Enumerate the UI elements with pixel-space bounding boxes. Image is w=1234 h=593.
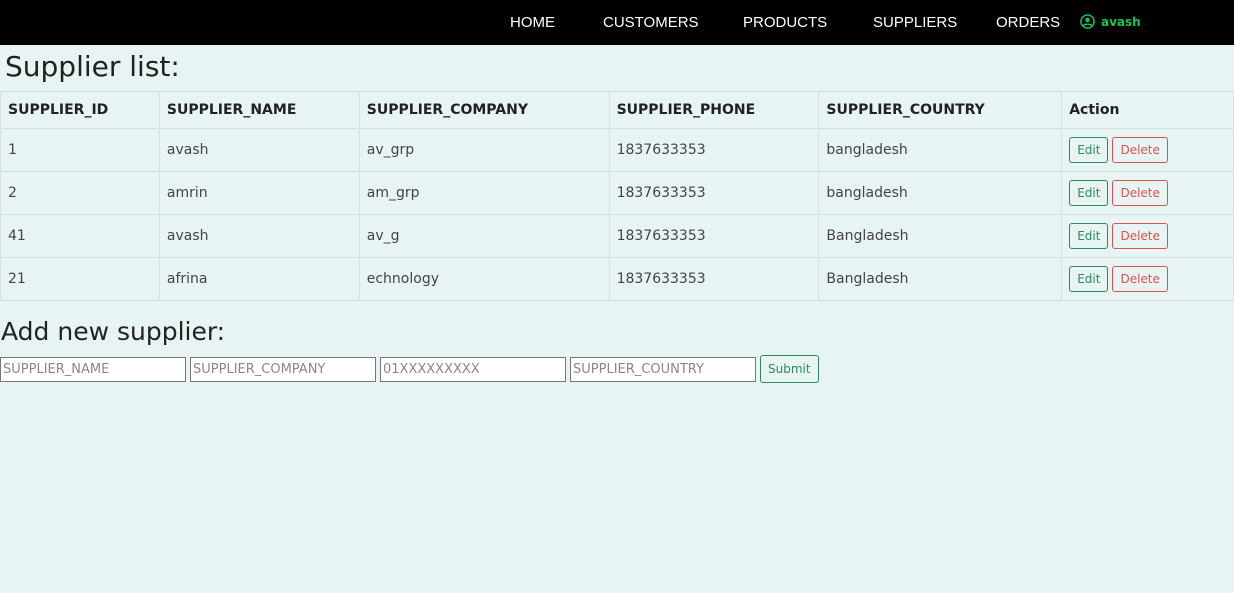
cell-action: Edit Delete bbox=[1061, 214, 1234, 258]
supplier-phone-input[interactable] bbox=[380, 356, 566, 382]
cell-supplier-name: afrina bbox=[158, 257, 360, 301]
cell-supplier-id: 21 bbox=[0, 257, 160, 301]
column-header-supplier-id: SUPPLIER_ID bbox=[0, 91, 160, 129]
column-header-action: Action bbox=[1061, 91, 1234, 129]
cell-supplier-country: Bangladesh bbox=[818, 257, 1063, 301]
cell-supplier-country: bangladesh bbox=[818, 171, 1063, 215]
cell-supplier-id: 41 bbox=[0, 214, 160, 258]
user-circle-icon bbox=[1080, 14, 1095, 29]
edit-button[interactable]: Edit bbox=[1069, 137, 1109, 163]
table-row: 1 avash av_grp 1837633353 bangladesh Edi… bbox=[0, 128, 1234, 172]
cell-supplier-phone: 1837633353 bbox=[608, 257, 820, 301]
delete-button[interactable]: Delete bbox=[1112, 223, 1168, 249]
edit-button[interactable]: Edit bbox=[1069, 266, 1109, 292]
cell-action: Edit Delete bbox=[1061, 128, 1234, 172]
cell-supplier-company: am_grp bbox=[358, 171, 610, 215]
page-title: Supplier list: bbox=[5, 50, 180, 83]
cell-supplier-phone: 1837633353 bbox=[608, 171, 820, 215]
cell-supplier-name: avash bbox=[158, 128, 360, 172]
cell-supplier-name: amrin bbox=[158, 171, 360, 215]
supplier-name-input[interactable] bbox=[0, 356, 186, 382]
column-header-supplier-company: SUPPLIER_COMPANY bbox=[358, 91, 610, 129]
supplier-country-input[interactable] bbox=[570, 356, 756, 382]
cell-supplier-id: 2 bbox=[0, 171, 160, 215]
cell-supplier-name: avash bbox=[158, 214, 360, 258]
nav-customers[interactable]: CUSTOMERS bbox=[603, 14, 699, 31]
cell-supplier-company: av_grp bbox=[358, 128, 610, 172]
delete-button[interactable]: Delete bbox=[1112, 266, 1168, 292]
cell-supplier-phone: 1837633353 bbox=[608, 214, 820, 258]
column-header-supplier-phone: SUPPLIER_PHONE bbox=[608, 91, 820, 129]
cell-supplier-company: av_g bbox=[358, 214, 610, 258]
nav-products[interactable]: PRODUCTS bbox=[743, 14, 827, 31]
cell-supplier-id: 1 bbox=[0, 128, 160, 172]
supplier-table: SUPPLIER_ID SUPPLIER_NAME SUPPLIER_COMPA… bbox=[0, 91, 1234, 301]
user-menu[interactable]: avash bbox=[1080, 14, 1141, 29]
column-header-supplier-country: SUPPLIER_COUNTRY bbox=[818, 91, 1063, 129]
cell-supplier-company: echnology bbox=[358, 257, 610, 301]
cell-action: Edit Delete bbox=[1061, 257, 1234, 301]
table-row: 21 afrina echnology 1837633353 Banglades… bbox=[0, 257, 1234, 301]
delete-button[interactable]: Delete bbox=[1112, 180, 1168, 206]
add-supplier-title: Add new supplier: bbox=[1, 317, 226, 346]
nav-home[interactable]: HOME bbox=[510, 14, 555, 31]
table-row: 41 avash av_g 1837633353 Bangladesh Edit… bbox=[0, 214, 1234, 258]
edit-button[interactable]: Edit bbox=[1069, 180, 1109, 206]
nav-orders[interactable]: ORDERS bbox=[996, 14, 1060, 31]
supplier-company-input[interactable] bbox=[190, 356, 376, 382]
cell-action: Edit Delete bbox=[1061, 171, 1234, 215]
delete-button[interactable]: Delete bbox=[1112, 137, 1168, 163]
submit-button[interactable]: Submit bbox=[760, 355, 819, 383]
add-supplier-form: Submit bbox=[0, 355, 819, 383]
cell-supplier-country: bangladesh bbox=[818, 128, 1063, 172]
cell-supplier-phone: 1837633353 bbox=[608, 128, 820, 172]
cell-supplier-country: Bangladesh bbox=[818, 214, 1063, 258]
column-header-supplier-name: SUPPLIER_NAME bbox=[158, 91, 360, 129]
edit-button[interactable]: Edit bbox=[1069, 223, 1109, 249]
nav-suppliers[interactable]: SUPPLIERS bbox=[873, 14, 957, 31]
navbar: HOME CUSTOMERS PRODUCTS SUPPLIERS ORDERS… bbox=[0, 0, 1234, 45]
table-header-row: SUPPLIER_ID SUPPLIER_NAME SUPPLIER_COMPA… bbox=[0, 91, 1234, 129]
user-name: avash bbox=[1101, 14, 1141, 29]
table-row: 2 amrin am_grp 1837633353 bangladesh Edi… bbox=[0, 171, 1234, 215]
